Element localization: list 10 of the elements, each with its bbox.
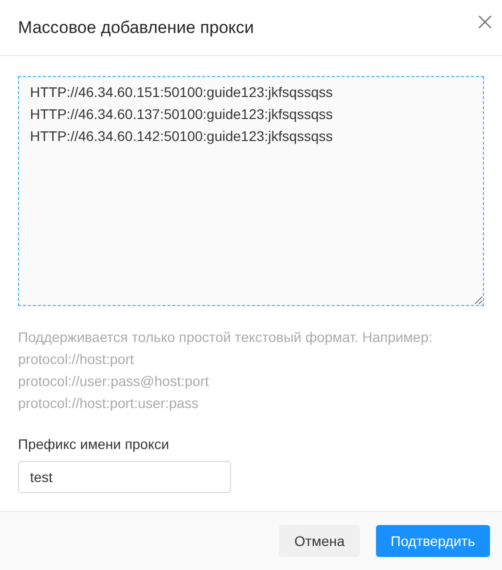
cancel-button[interactable]: Отмена (279, 525, 360, 557)
prefix-label: Префикс имени прокси (18, 435, 170, 454)
hint-text: protocol://host:port:user:pass (18, 394, 200, 413)
hint-text: protocol://user:pass@host:port (18, 372, 210, 391)
proxy-list-field[interactable]: HTTP://46.34.60.151:50100:guide123:jkfsqssqss HTTP://46.34.60.137:50100:guide123:jkfsqssqss HTTP://46.34.60.142:50100:guide123:jkfsqssqss (18, 76, 484, 306)
close-icon[interactable] (478, 14, 492, 28)
prefix-input[interactable]: test (18, 461, 231, 493)
dialog-title: Массовое добавление прокси (18, 16, 254, 39)
hint-text: protocol://host:port (18, 350, 135, 369)
hint-text: Поддерживается только простой текстовый формат. Например: (18, 328, 434, 347)
